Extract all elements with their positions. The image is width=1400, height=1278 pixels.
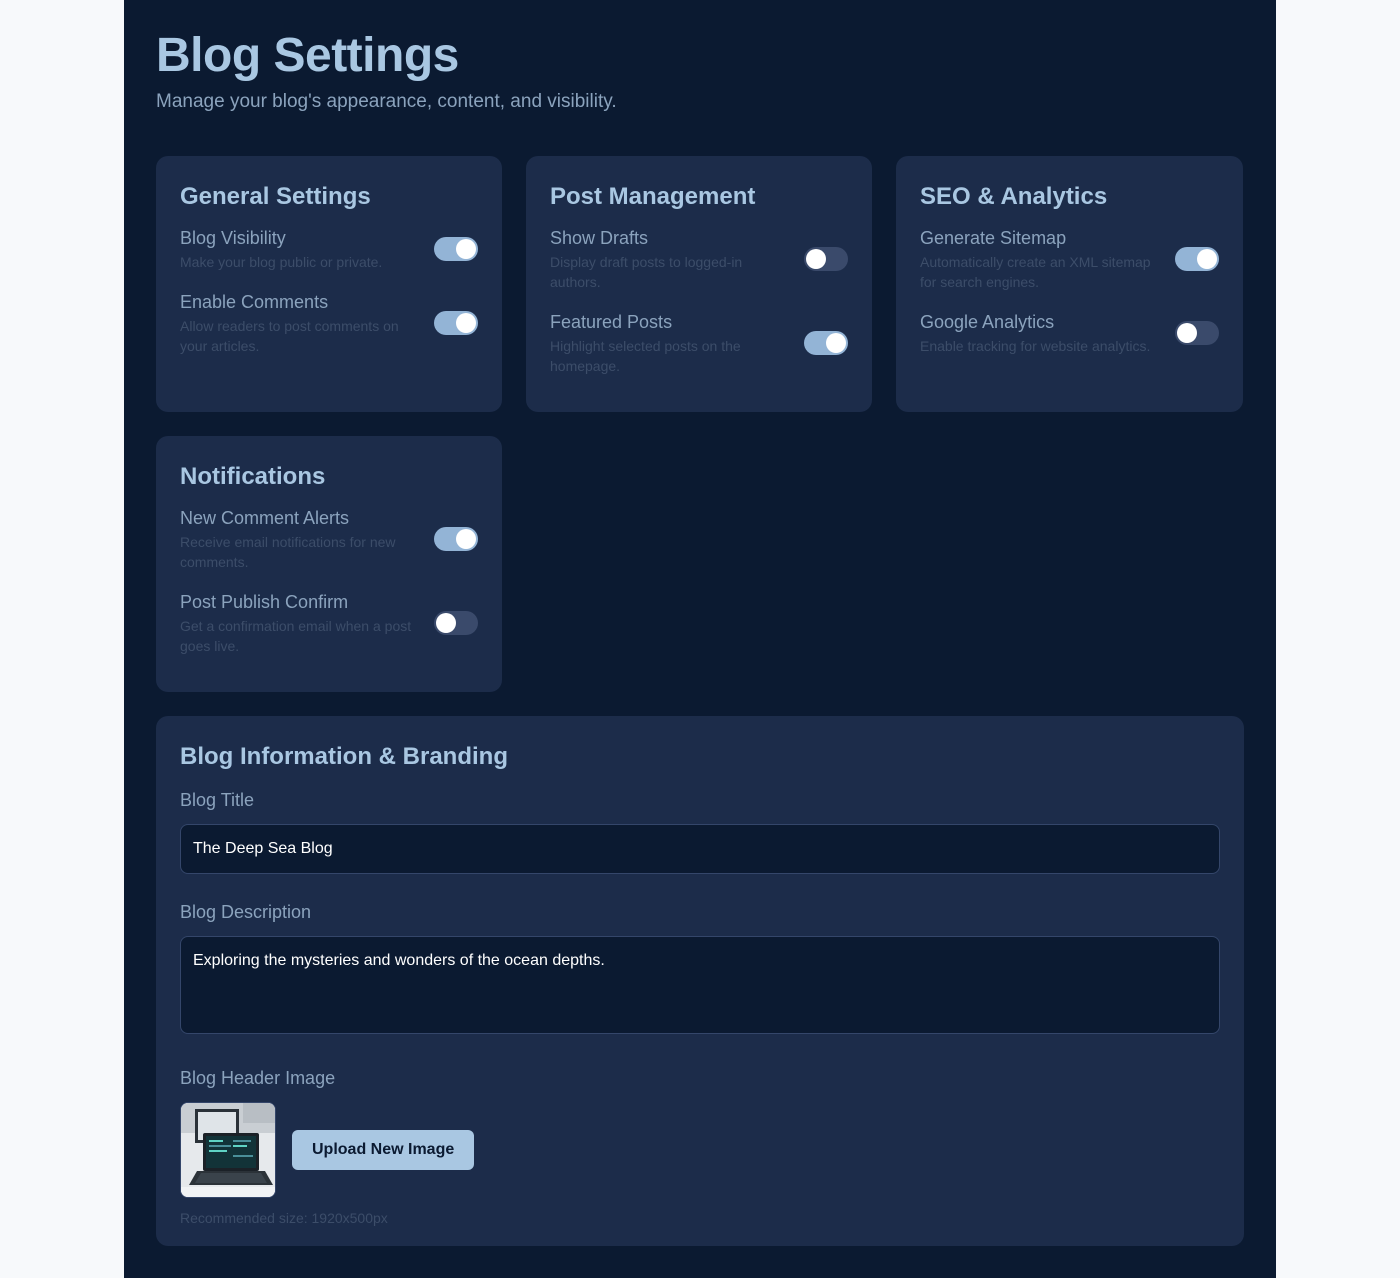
setting-description: Enable tracking for website analytics. — [920, 338, 1151, 354]
setting-description: Receive email notifications for new comm… — [180, 534, 396, 570]
toggle-knob — [456, 239, 476, 259]
setting-generate-sitemap: Generate Sitemap Automatically create an… — [920, 226, 1219, 292]
blog-description-label: Blog Description — [180, 902, 312, 922]
blog-description-textarea[interactable]: Exploring the mysteries and wonders of t… — [180, 936, 1220, 1034]
toggle-knob — [1177, 323, 1197, 343]
setting-blog-visibility: Blog Visibility Make your blog public or… — [180, 226, 478, 272]
setting-description: Automatically create an XML sitemap for … — [920, 254, 1151, 290]
header-image-label: Blog Header Image — [180, 1068, 336, 1088]
upload-image-button[interactable]: Upload New Image — [292, 1130, 475, 1170]
card-title: Blog Information & Branding — [180, 743, 508, 770]
new-comment-alerts-toggle[interactable] — [434, 527, 478, 551]
card-title: Post Management — [550, 183, 756, 210]
card-title: SEO & Analytics — [920, 183, 1108, 210]
toggle-knob — [456, 313, 476, 333]
show-drafts-toggle[interactable] — [804, 247, 848, 271]
setting-label: Generate Sitemap — [920, 228, 1067, 248]
setting-show-drafts: Show Drafts Display draft posts to logge… — [550, 226, 848, 292]
setting-label: Blog Visibility — [180, 228, 286, 248]
post-management-card: Post Management Show Drafts Display draf… — [526, 156, 872, 412]
toggle-knob — [806, 249, 826, 269]
setting-post-publish-confirm: Post Publish Confirm Get a confirmation … — [180, 590, 478, 656]
setting-label: Post Publish Confirm — [180, 592, 349, 612]
branding-card: Blog Information & Branding Blog Title T… — [156, 716, 1244, 1246]
card-title: General Settings — [180, 183, 371, 210]
toggle-knob — [456, 529, 476, 549]
setting-description: Make your blog public or private. — [180, 254, 383, 270]
blog-title-input[interactable]: The Deep Sea Blog — [180, 824, 1220, 874]
setting-description: Allow readers to post comments on your a… — [180, 318, 399, 354]
generate-sitemap-toggle[interactable] — [1175, 247, 1219, 271]
header-image-thumbnail — [180, 1102, 276, 1198]
settings-grid: General Settings Blog Visibility Make yo… — [156, 156, 1244, 692]
header-image-row: Upload New Image — [180, 1102, 1220, 1198]
general-settings-card: General Settings Blog Visibility Make yo… — [156, 156, 502, 412]
setting-label: New Comment Alerts — [180, 508, 350, 528]
setting-description: Highlight selected posts on the homepage… — [550, 338, 741, 374]
blog-visibility-toggle[interactable] — [434, 237, 478, 261]
setting-label: Enable Comments — [180, 292, 329, 312]
setting-label: Featured Posts — [550, 312, 673, 332]
seo-analytics-card: SEO & Analytics Generate Sitemap Automat… — [896, 156, 1243, 412]
enable-comments-toggle[interactable] — [434, 311, 478, 335]
toggle-knob — [436, 613, 456, 633]
setting-description: Display draft posts to logged-in authors… — [550, 254, 743, 290]
notifications-card: Notifications New Comment Alerts Receive… — [156, 436, 502, 692]
laptop-photo-icon — [181, 1103, 275, 1197]
blog-title-label: Blog Title — [180, 790, 255, 810]
setting-description: Get a confirmation email when a post goe… — [180, 618, 412, 654]
toggle-knob — [826, 333, 846, 353]
featured-posts-toggle[interactable] — [804, 331, 848, 355]
card-title: Notifications — [180, 463, 326, 490]
setting-new-comment-alerts: New Comment Alerts Receive email notific… — [180, 506, 478, 572]
toggle-knob — [1197, 249, 1217, 269]
setting-featured-posts: Featured Posts Highlight selected posts … — [550, 310, 848, 376]
google-analytics-toggle[interactable] — [1175, 321, 1219, 345]
recommended-size-hint: Recommended size: 1920x500px — [180, 1210, 388, 1226]
setting-label: Google Analytics — [920, 312, 1055, 332]
page-subtitle: Manage your blog's appearance, content, … — [156, 91, 617, 112]
setting-enable-comments: Enable Comments Allow readers to post co… — [180, 290, 478, 356]
settings-page: Blog Settings Manage your blog's appeara… — [124, 0, 1276, 1278]
post-publish-confirm-toggle[interactable] — [434, 611, 478, 635]
page-title: Blog Settings — [156, 29, 459, 82]
setting-google-analytics: Google Analytics Enable tracking for web… — [920, 310, 1219, 356]
setting-label: Show Drafts — [550, 228, 649, 248]
